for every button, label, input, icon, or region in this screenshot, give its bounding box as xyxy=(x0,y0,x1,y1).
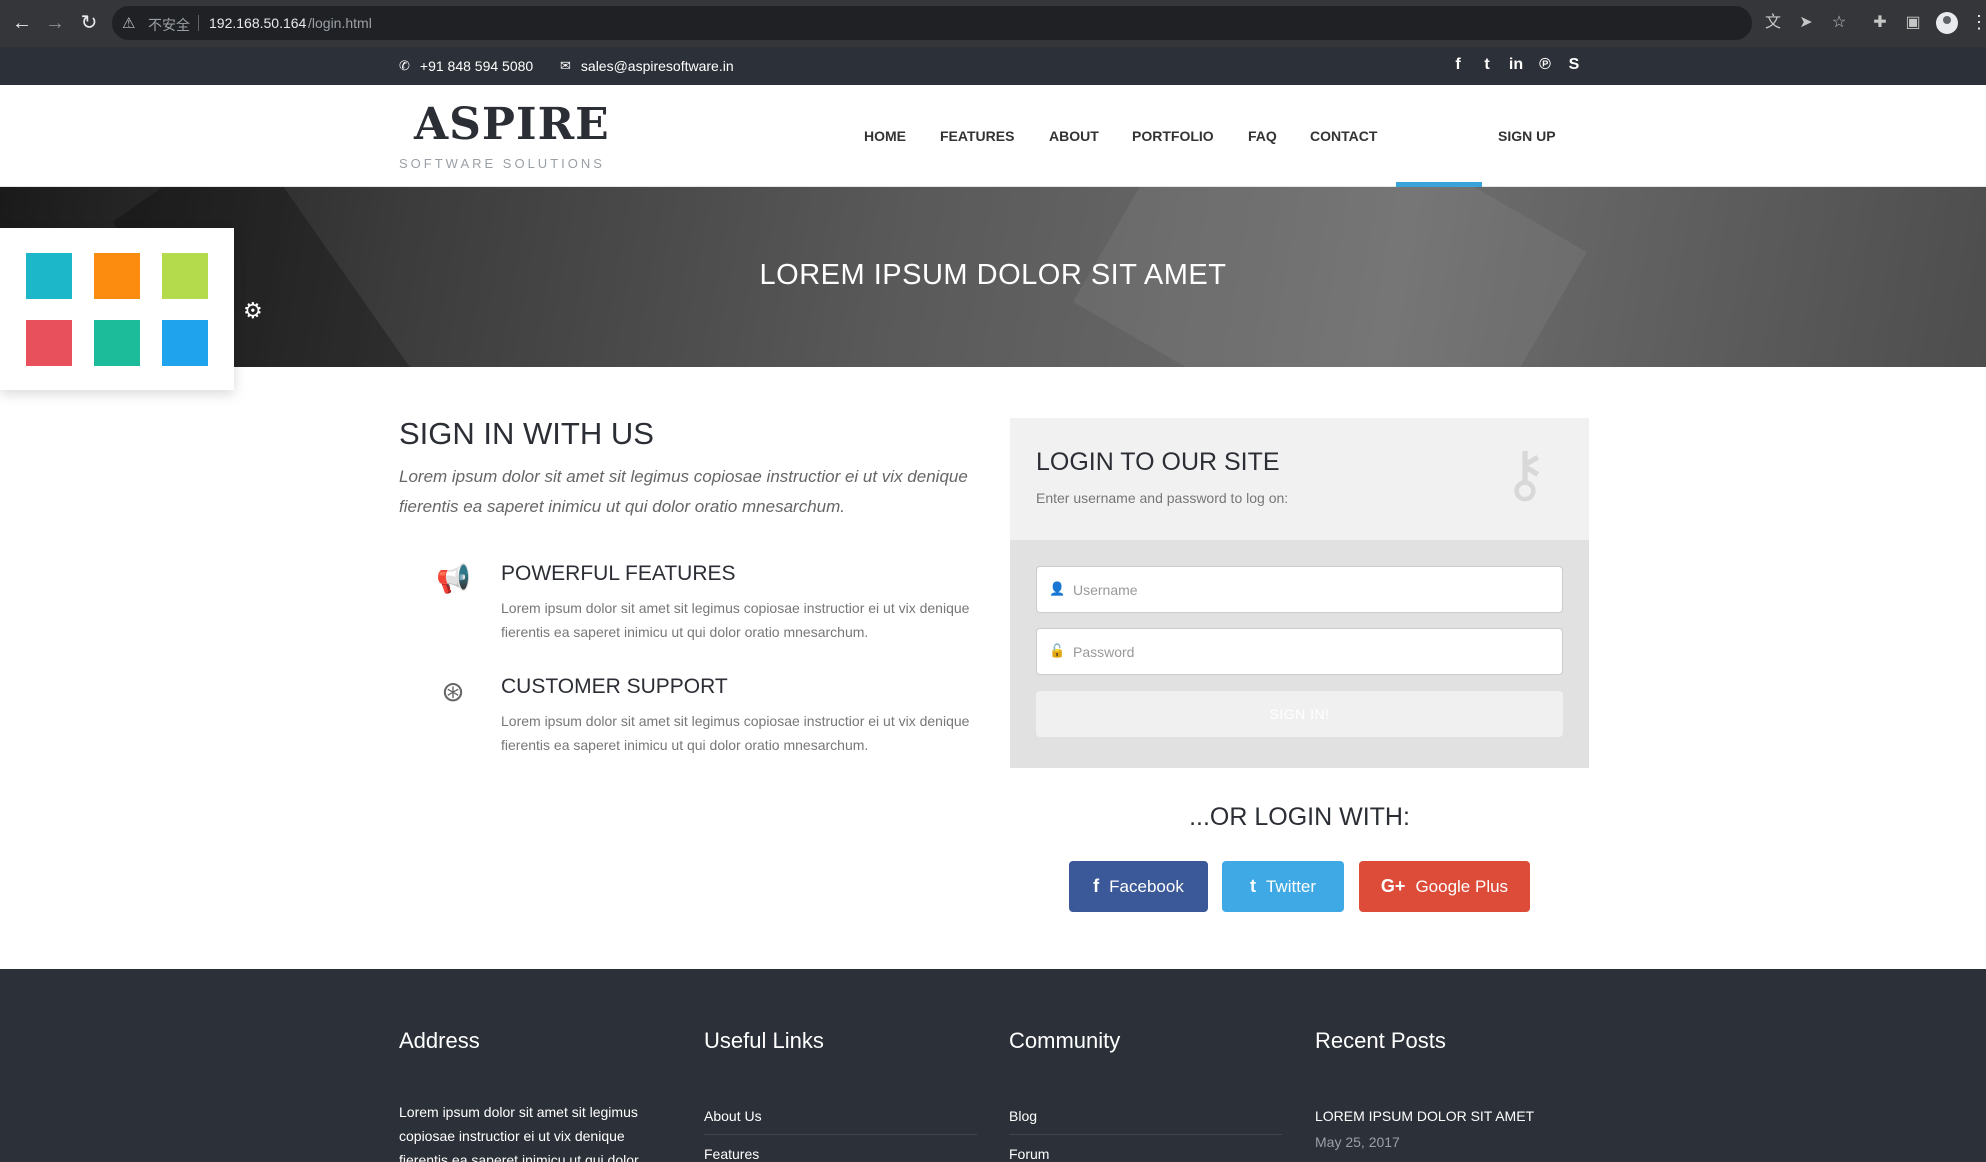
password-field[interactable]: 🔓 xyxy=(1036,628,1563,675)
footer-address-text: Lorem ipsum dolor sit amet sit legimus c… xyxy=(399,1104,639,1162)
email-address[interactable]: sales@aspiresoftware.in xyxy=(581,58,734,74)
footer-community-title: Community xyxy=(1009,1028,1121,1053)
login-subtitle: Enter username and password to log on: xyxy=(1036,490,1289,506)
password-input[interactable] xyxy=(1073,629,1553,674)
nav-contact[interactable]: CONTACT xyxy=(1310,128,1377,144)
facebook-label: Facebook xyxy=(1109,876,1184,896)
sign-in-button[interactable]: SIGN IN! xyxy=(1036,691,1563,737)
or-login-heading: ...OR LOGIN WITH: xyxy=(1189,803,1410,831)
color-swatch-orange[interactable] xyxy=(94,253,140,299)
nav-portfolio[interactable]: PORTFOLIO xyxy=(1132,128,1214,144)
color-swatch-teal[interactable] xyxy=(94,320,140,366)
footer-divider xyxy=(704,1134,977,1135)
site-footer: Address Lorem ipsum dolor sit amet sit l… xyxy=(0,969,1986,1162)
nav-sign-up[interactable]: SIGN UP xyxy=(1498,128,1556,144)
phone-number: +91 848 594 5080 xyxy=(419,58,534,74)
footer-link-features[interactable]: Features xyxy=(704,1146,759,1162)
url-path: /login.html xyxy=(308,15,372,31)
twitter-login-button[interactable]: t Twitter xyxy=(1222,861,1344,912)
facebook-icon[interactable]: f xyxy=(1448,55,1468,75)
phone-contact: ✆ +91 848 594 5080 xyxy=(399,58,533,74)
user-icon: 👤 xyxy=(1049,581,1066,596)
feature-text: Lorem ipsum dolor sit amet sit legimus c… xyxy=(501,600,970,640)
feature-title: CUSTOMER SUPPORT xyxy=(501,675,728,698)
linkedin-icon[interactable]: in xyxy=(1506,55,1526,75)
sign-in-lead: Lorem ipsum dolor sit amet sit legimus c… xyxy=(399,467,968,516)
skype-icon[interactable]: S xyxy=(1564,55,1584,75)
twitter-icon[interactable]: t xyxy=(1477,55,1497,75)
gear-icon[interactable]: ⚙ xyxy=(243,298,263,324)
login-form-header: LOGIN TO OUR SITE Enter username and pas… xyxy=(1010,418,1589,540)
unlock-icon: 🔓 xyxy=(1049,643,1066,658)
megaphone-icon: 📢 xyxy=(436,563,471,594)
login-form-panel: LOGIN TO OUR SITE Enter username and pas… xyxy=(1010,418,1589,768)
forward-arrow-icon[interactable]: → xyxy=(43,11,67,35)
address-separator xyxy=(198,15,199,31)
footer-link-about[interactable]: About Us xyxy=(704,1108,762,1124)
recent-post-title[interactable]: LOREM IPSUM DOLOR SIT AMET xyxy=(1315,1108,1534,1124)
address-bar[interactable]: ⚠ 不安全 192.168.50.164 /login.html xyxy=(112,6,1752,40)
menu-kebab-icon[interactable]: ⋮ xyxy=(1970,11,1986,35)
site-header: ASPIRE SOFTWARE SOLUTIONS HOME FEATURES … xyxy=(0,85,1986,187)
logo-title[interactable]: ASPIRE xyxy=(414,99,610,150)
page-banner: LOREM IPSUM DOLOR SIT AMET xyxy=(0,187,1986,367)
send-icon[interactable]: ➤ xyxy=(1794,11,1818,35)
lifebuoy-icon: ⊛ xyxy=(441,676,465,707)
google-plus-login-button[interactable]: G+ Google Plus xyxy=(1359,861,1530,912)
envelope-icon: ✉ xyxy=(560,58,571,73)
star-icon[interactable]: ☆ xyxy=(1827,11,1851,35)
email-contact[interactable]: ✉ sales@aspiresoftware.in xyxy=(560,58,734,74)
feature-title: POWERFUL FEATURES xyxy=(501,562,736,585)
username-field[interactable]: 👤 xyxy=(1036,566,1563,613)
footer-posts-title: Recent Posts xyxy=(1315,1028,1446,1053)
google-plus-label: Google Plus xyxy=(1415,876,1509,896)
side-panel-icon[interactable]: ▣ xyxy=(1901,11,1925,35)
key-icon: ⚷ xyxy=(1502,440,1548,509)
footer-link-forum[interactable]: Forum xyxy=(1009,1146,1049,1162)
banner-title: LOREM IPSUM DOLOR SIT AMET xyxy=(759,259,1227,291)
footer-links-title: Useful Links xyxy=(704,1028,824,1053)
color-swatch-cyan[interactable] xyxy=(26,253,72,299)
username-input[interactable] xyxy=(1073,567,1553,612)
extensions-icon[interactable]: ✚ xyxy=(1868,11,1892,35)
color-swatch-blue[interactable] xyxy=(162,320,208,366)
nav-home[interactable]: HOME xyxy=(864,128,906,144)
security-label: 不安全 xyxy=(148,17,190,33)
profile-avatar-icon[interactable] xyxy=(1936,12,1958,34)
color-swatch-lime[interactable] xyxy=(162,253,208,299)
contact-topbar: ✆ +91 848 594 5080 ✉ sales@aspiresoftwar… xyxy=(0,47,1986,85)
footer-address-title: Address xyxy=(399,1028,480,1053)
color-swatch-red[interactable] xyxy=(26,320,72,366)
pinterest-icon[interactable]: ℗ xyxy=(1535,55,1555,75)
url-host: 192.168.50.164 xyxy=(209,15,307,31)
login-title: LOGIN TO OUR SITE xyxy=(1036,448,1280,476)
phone-icon: ✆ xyxy=(399,58,410,73)
twitter-label: Twitter xyxy=(1265,876,1317,896)
facebook-login-button[interactable]: f Facebook xyxy=(1069,861,1208,912)
translate-icon[interactable]: 文 xyxy=(1761,11,1785,35)
nav-about[interactable]: ABOUT xyxy=(1049,128,1099,144)
footer-divider xyxy=(1009,1134,1282,1135)
facebook-icon: f xyxy=(1093,876,1100,896)
recent-post-date: May 25, 2017 xyxy=(1315,1134,1400,1150)
back-arrow-icon[interactable]: ← xyxy=(10,11,34,35)
social-links: f t in ℗ S xyxy=(1448,55,1584,75)
feature-text: Lorem ipsum dolor sit amet sit legimus c… xyxy=(501,713,970,753)
sign-in-heading: SIGN IN WITH US xyxy=(399,416,654,451)
nav-features[interactable]: FEATURES xyxy=(940,128,1014,144)
google-plus-icon: G+ xyxy=(1380,876,1406,896)
reload-icon[interactable]: ↻ xyxy=(77,11,101,35)
color-switcher-panel xyxy=(0,228,234,390)
browser-toolbar: ← → ↻ ⚠ 不安全 192.168.50.164 /login.html 文… xyxy=(0,0,1986,47)
twitter-icon: t xyxy=(1249,876,1256,896)
nav-faq[interactable]: FAQ xyxy=(1248,128,1277,144)
warning-icon[interactable]: ⚠ xyxy=(122,14,140,32)
footer-link-blog[interactable]: Blog xyxy=(1009,1108,1037,1124)
logo-subtitle: SOFTWARE SOLUTIONS xyxy=(399,156,605,171)
